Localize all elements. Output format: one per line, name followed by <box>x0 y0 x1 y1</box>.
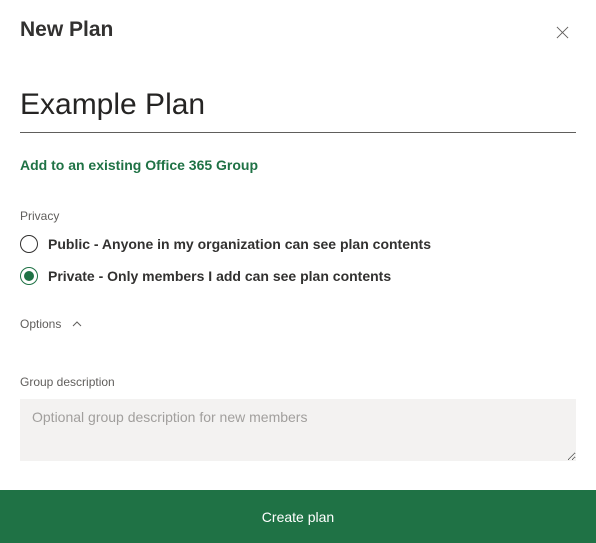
plan-name-input[interactable] <box>20 84 576 133</box>
panel-header: New Plan <box>0 0 596 46</box>
radio-label: Public - Anyone in my organization can s… <box>48 236 431 252</box>
radio-label: Private - Only members I add can see pla… <box>48 268 391 284</box>
options-toggle[interactable]: Options <box>20 317 83 331</box>
radio-icon <box>20 267 38 285</box>
privacy-public-radio[interactable]: Public - Anyone in my organization can s… <box>20 235 576 253</box>
privacy-label: Privacy <box>20 209 576 223</box>
panel-title: New Plan <box>20 18 113 42</box>
privacy-radio-group: Public - Anyone in my organization can s… <box>20 235 576 285</box>
close-icon <box>556 26 569 39</box>
chevron-up-icon <box>71 318 83 330</box>
create-plan-button[interactable]: Create plan <box>242 499 354 535</box>
new-plan-panel: New Plan Add to an existing Office 365 G… <box>0 0 596 543</box>
panel-footer: Create plan <box>0 490 596 543</box>
group-description-textarea[interactable] <box>20 399 576 461</box>
radio-icon <box>20 235 38 253</box>
options-label: Options <box>20 317 61 331</box>
panel-content: Add to an existing Office 365 Group Priv… <box>0 46 596 490</box>
group-description-label: Group description <box>20 375 576 389</box>
privacy-private-radio[interactable]: Private - Only members I add can see pla… <box>20 267 576 285</box>
add-existing-group-link[interactable]: Add to an existing Office 365 Group <box>20 157 258 173</box>
close-button[interactable] <box>548 18 576 46</box>
